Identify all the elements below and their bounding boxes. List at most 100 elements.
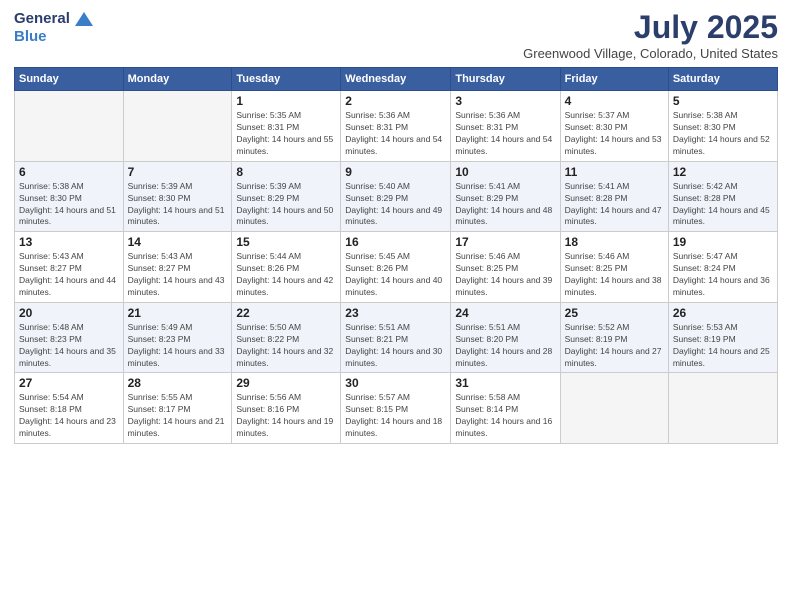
col-monday: Monday bbox=[123, 68, 232, 91]
table-row: 21 Sunrise: 5:49 AM Sunset: 8:23 PM Dayli… bbox=[123, 302, 232, 373]
calendar-week-row: 13 Sunrise: 5:43 AM Sunset: 8:27 PM Dayli… bbox=[15, 232, 778, 303]
day-number: 17 bbox=[455, 235, 555, 249]
day-info: Sunrise: 5:51 AM Sunset: 8:20 PM Dayligh… bbox=[455, 322, 555, 370]
table-row: 17Sunrise: 5:46 AM Sunset: 8:25 PM Dayli… bbox=[451, 232, 560, 303]
table-row: 10 Sunrise: 5:41 AM Sunset: 8:29 PM Dayli… bbox=[451, 161, 560, 232]
table-row: 27 Sunrise: 5:54 AM Sunset: 8:18 PM Dayli… bbox=[15, 373, 124, 444]
day-number: 20 bbox=[19, 306, 119, 320]
day-info: Sunrise: 5:38 AM Sunset: 8:30 PM Dayligh… bbox=[19, 181, 119, 229]
table-row: 5 Sunrise: 5:38 AM Sunset: 8:30 PM Daylig… bbox=[668, 91, 777, 162]
header: General Blue July 2025 Greenwood Village… bbox=[14, 10, 778, 61]
day-info: Sunrise: 5:45 AM Sunset: 8:26 PM Dayligh… bbox=[345, 251, 446, 299]
table-row: 12 Sunrise: 5:42 AM Sunset: 8:28 PM Dayli… bbox=[668, 161, 777, 232]
table-row: 23 Sunrise: 5:51 AM Sunset: 8:21 PM Dayli… bbox=[341, 302, 451, 373]
day-number: 25 bbox=[565, 306, 664, 320]
table-row: 7Sunrise: 5:39 AM Sunset: 8:30 PM Daylig… bbox=[123, 161, 232, 232]
table-row: 3Sunrise: 5:36 AM Sunset: 8:31 PM Daylig… bbox=[451, 91, 560, 162]
day-number: 30 bbox=[345, 376, 446, 390]
calendar-header-row: Sunday Monday Tuesday Wednesday Thursday… bbox=[15, 68, 778, 91]
calendar-week-row: 6Sunrise: 5:38 AM Sunset: 8:30 PM Daylig… bbox=[15, 161, 778, 232]
table-row: 8 Sunrise: 5:39 AM Sunset: 8:29 PM Daylig… bbox=[232, 161, 341, 232]
day-info: Sunrise: 5:48 AM Sunset: 8:23 PM Dayligh… bbox=[19, 322, 119, 370]
table-row: 29Sunrise: 5:56 AM Sunset: 8:16 PM Dayli… bbox=[232, 373, 341, 444]
col-saturday: Saturday bbox=[668, 68, 777, 91]
table-row: 2Sunrise: 5:36 AM Sunset: 8:31 PM Daylig… bbox=[341, 91, 451, 162]
table-row: 30 Sunrise: 5:57 AM Sunset: 8:15 PM Dayli… bbox=[341, 373, 451, 444]
logo: General Blue bbox=[14, 10, 94, 46]
table-row: 14Sunrise: 5:43 AM Sunset: 8:27 PM Dayli… bbox=[123, 232, 232, 303]
table-row: 31 Sunrise: 5:58 AM Sunset: 8:14 PM Dayli… bbox=[451, 373, 560, 444]
calendar-table: Sunday Monday Tuesday Wednesday Thursday… bbox=[14, 67, 778, 444]
day-info: Sunrise: 5:43 AM Sunset: 8:27 PM Dayligh… bbox=[128, 251, 228, 299]
day-number: 23 bbox=[345, 306, 446, 320]
day-info: Sunrise: 5:49 AM Sunset: 8:23 PM Dayligh… bbox=[128, 322, 228, 370]
table-row: 19 Sunrise: 5:47 AM Sunset: 8:24 PM Dayli… bbox=[668, 232, 777, 303]
day-number: 15 bbox=[236, 235, 336, 249]
day-info: Sunrise: 5:42 AM Sunset: 8:28 PM Dayligh… bbox=[673, 181, 773, 229]
day-info: Sunrise: 5:39 AM Sunset: 8:30 PM Dayligh… bbox=[128, 181, 228, 229]
calendar-week-row: 1Sunrise: 5:35 AM Sunset: 8:31 PM Daylig… bbox=[15, 91, 778, 162]
day-info: Sunrise: 5:53 AM Sunset: 8:19 PM Dayligh… bbox=[673, 322, 773, 370]
col-sunday: Sunday bbox=[15, 68, 124, 91]
col-tuesday: Tuesday bbox=[232, 68, 341, 91]
col-wednesday: Wednesday bbox=[341, 68, 451, 91]
calendar-week-row: 27 Sunrise: 5:54 AM Sunset: 8:18 PM Dayli… bbox=[15, 373, 778, 444]
day-info: Sunrise: 5:58 AM Sunset: 8:14 PM Dayligh… bbox=[455, 392, 555, 440]
table-row bbox=[560, 373, 668, 444]
day-number: 4 bbox=[565, 94, 664, 108]
day-number: 22 bbox=[236, 306, 336, 320]
day-info: Sunrise: 5:40 AM Sunset: 8:29 PM Dayligh… bbox=[345, 181, 446, 229]
table-row: 9 Sunrise: 5:40 AM Sunset: 8:29 PM Daylig… bbox=[341, 161, 451, 232]
day-info: Sunrise: 5:36 AM Sunset: 8:31 PM Dayligh… bbox=[345, 110, 446, 158]
calendar-week-row: 20 Sunrise: 5:48 AM Sunset: 8:23 PM Dayli… bbox=[15, 302, 778, 373]
logo-general: General bbox=[14, 10, 70, 27]
day-info: Sunrise: 5:41 AM Sunset: 8:28 PM Dayligh… bbox=[565, 181, 664, 229]
table-row: 15 Sunrise: 5:44 AM Sunset: 8:26 PM Dayli… bbox=[232, 232, 341, 303]
day-number: 31 bbox=[455, 376, 555, 390]
day-info: Sunrise: 5:37 AM Sunset: 8:30 PM Dayligh… bbox=[565, 110, 664, 158]
day-info: Sunrise: 5:57 AM Sunset: 8:15 PM Dayligh… bbox=[345, 392, 446, 440]
day-info: Sunrise: 5:38 AM Sunset: 8:30 PM Dayligh… bbox=[673, 110, 773, 158]
day-info: Sunrise: 5:36 AM Sunset: 8:31 PM Dayligh… bbox=[455, 110, 555, 158]
day-number: 9 bbox=[345, 165, 446, 179]
logo-icon bbox=[75, 12, 93, 26]
col-thursday: Thursday bbox=[451, 68, 560, 91]
day-info: Sunrise: 5:51 AM Sunset: 8:21 PM Dayligh… bbox=[345, 322, 446, 370]
location: Greenwood Village, Colorado, United Stat… bbox=[523, 46, 778, 61]
table-row: 22 Sunrise: 5:50 AM Sunset: 8:22 PM Dayli… bbox=[232, 302, 341, 373]
logo-text: General bbox=[14, 10, 94, 28]
day-number: 28 bbox=[128, 376, 228, 390]
day-number: 5 bbox=[673, 94, 773, 108]
table-row bbox=[15, 91, 124, 162]
day-number: 11 bbox=[565, 165, 664, 179]
day-info: Sunrise: 5:54 AM Sunset: 8:18 PM Dayligh… bbox=[19, 392, 119, 440]
day-info: Sunrise: 5:47 AM Sunset: 8:24 PM Dayligh… bbox=[673, 251, 773, 299]
day-number: 13 bbox=[19, 235, 119, 249]
day-number: 19 bbox=[673, 235, 773, 249]
day-number: 24 bbox=[455, 306, 555, 320]
table-row: 1Sunrise: 5:35 AM Sunset: 8:31 PM Daylig… bbox=[232, 91, 341, 162]
title-area: July 2025 Greenwood Village, Colorado, U… bbox=[523, 10, 778, 61]
day-info: Sunrise: 5:43 AM Sunset: 8:27 PM Dayligh… bbox=[19, 251, 119, 299]
table-row: 6Sunrise: 5:38 AM Sunset: 8:30 PM Daylig… bbox=[15, 161, 124, 232]
day-number: 10 bbox=[455, 165, 555, 179]
day-number: 27 bbox=[19, 376, 119, 390]
day-number: 18 bbox=[565, 235, 664, 249]
day-info: Sunrise: 5:41 AM Sunset: 8:29 PM Dayligh… bbox=[455, 181, 555, 229]
table-row: 13 Sunrise: 5:43 AM Sunset: 8:27 PM Dayli… bbox=[15, 232, 124, 303]
table-row bbox=[668, 373, 777, 444]
day-number: 16 bbox=[345, 235, 446, 249]
table-row: 16 Sunrise: 5:45 AM Sunset: 8:26 PM Dayli… bbox=[341, 232, 451, 303]
day-number: 21 bbox=[128, 306, 228, 320]
day-number: 12 bbox=[673, 165, 773, 179]
day-info: Sunrise: 5:44 AM Sunset: 8:26 PM Dayligh… bbox=[236, 251, 336, 299]
day-info: Sunrise: 5:50 AM Sunset: 8:22 PM Dayligh… bbox=[236, 322, 336, 370]
day-info: Sunrise: 5:52 AM Sunset: 8:19 PM Dayligh… bbox=[565, 322, 664, 370]
table-row: 4 Sunrise: 5:37 AM Sunset: 8:30 PM Daylig… bbox=[560, 91, 668, 162]
month-year: July 2025 bbox=[523, 10, 778, 45]
table-row: 26Sunrise: 5:53 AM Sunset: 8:19 PM Dayli… bbox=[668, 302, 777, 373]
logo-blue: Blue bbox=[14, 28, 47, 45]
table-row: 28Sunrise: 5:55 AM Sunset: 8:17 PM Dayli… bbox=[123, 373, 232, 444]
day-number: 8 bbox=[236, 165, 336, 179]
day-info: Sunrise: 5:39 AM Sunset: 8:29 PM Dayligh… bbox=[236, 181, 336, 229]
